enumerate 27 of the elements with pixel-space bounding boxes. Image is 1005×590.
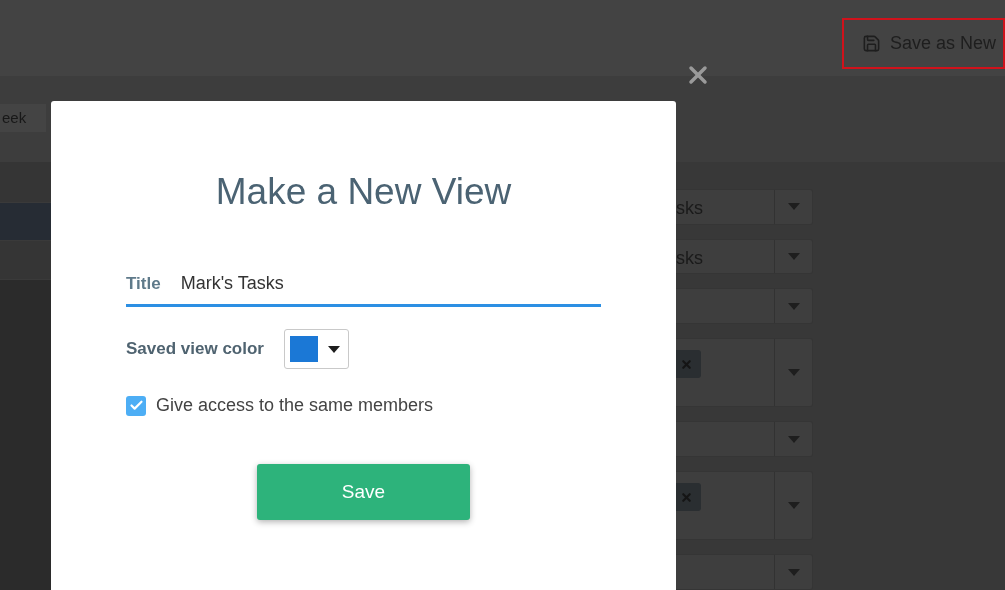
sidebar-row[interactable]: [0, 162, 51, 203]
filter-dropdown[interactable]: [676, 471, 813, 541]
sidebar-row[interactable]: [0, 203, 51, 241]
remove-icon[interactable]: [680, 357, 693, 371]
remove-icon[interactable]: [680, 490, 693, 504]
caret-icon: [787, 502, 800, 510]
filter-dropdown[interactable]: [676, 421, 813, 457]
caret-icon: [327, 345, 340, 353]
sidebar-row[interactable]: [0, 241, 51, 280]
checkbox-label: Give access to the same members: [156, 395, 434, 416]
field-label: Title: [126, 273, 161, 294]
color-picker[interactable]: [283, 329, 349, 369]
dialog-title: Make a New View: [215, 171, 512, 213]
color-label: Saved view color: [126, 339, 264, 359]
filter-dropdown[interactable]: [676, 338, 813, 408]
caret-icon: [787, 253, 800, 260]
save-icon: [862, 34, 881, 53]
check-icon: [128, 398, 144, 413]
access-checkbox[interactable]: [126, 395, 146, 416]
caret-icon: [787, 568, 800, 576]
save-button[interactable]: Save: [257, 464, 470, 520]
caret-icon: [787, 435, 800, 443]
caret-icon: [787, 302, 800, 310]
caret-icon: [787, 369, 800, 377]
caret-icon: [787, 203, 800, 211]
filter-dropdown[interactable]: [676, 554, 813, 590]
filter-dropdown[interactable]: [676, 288, 813, 324]
